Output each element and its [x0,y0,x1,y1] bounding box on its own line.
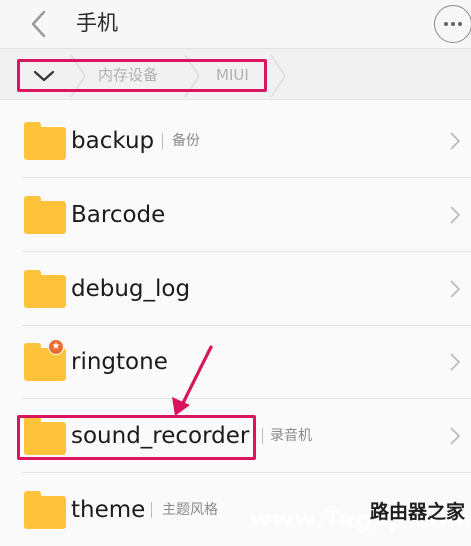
watermark-cn-text: 路由器之家 [370,501,466,523]
folder-icon [24,491,66,529]
header-bar: 手机 [0,0,471,48]
page-title: 手机 [76,11,118,35]
folder-row-ringtone[interactable]: ★ ringtone [0,325,471,399]
folder-icon [24,196,66,234]
more-horizontal-icon [444,22,448,26]
folder-row-barcode[interactable]: Barcode [0,178,471,252]
chevron-right-icon [450,206,461,224]
folder-name: theme [71,497,146,523]
chevron-right-icon [450,353,461,371]
breadcrumb-separator [270,55,286,97]
chevron-right-icon [450,427,461,445]
folder-name: backup [71,128,155,154]
file-manager-screen: 手机 内存设备 MIUI backup 备份 Barcode debug_log… [0,0,471,546]
more-dot [451,22,455,26]
back-button[interactable] [22,6,58,42]
folder-icon [24,122,66,160]
breadcrumb-highlight-box [17,59,267,92]
folder-row-backup[interactable]: backup 备份 [0,104,471,178]
folder-name: debug_log [71,276,191,302]
chevron-right-icon [450,280,461,298]
folder-subtitle: 主题风格 [162,502,218,518]
subtitle-divider [151,502,152,518]
folder-name: ringtone [71,349,168,375]
star-badge-icon: ★ [48,339,64,355]
folder-icon: ★ [24,339,66,381]
folder-icon [24,270,66,308]
subtitle-divider [162,133,163,149]
folder-subtitle: 备份 [172,133,200,149]
chevron-right-icon [450,132,461,150]
folder-subtitle: 录音机 [270,428,312,444]
subtitle-divider [262,428,263,444]
folder-row-debug-log[interactable]: debug_log [0,252,471,326]
chevron-left-icon [31,10,46,38]
sound-recorder-highlight-box [17,415,256,460]
more-dot [458,22,462,26]
folder-name: Barcode [71,202,166,228]
more-options-button[interactable] [434,5,471,43]
